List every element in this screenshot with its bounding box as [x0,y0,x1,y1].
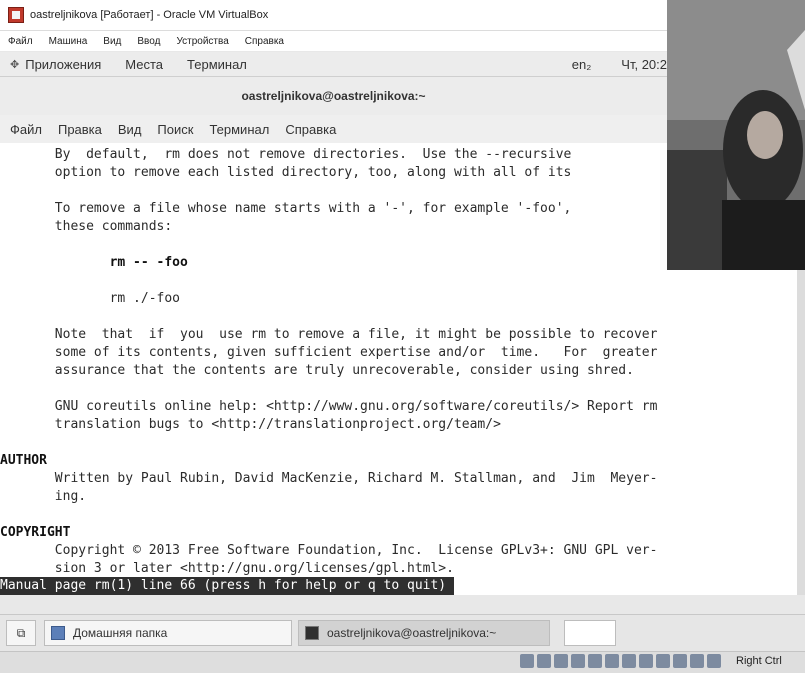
man-line: GNU coreutils online help: <http://www.g… [0,399,658,414]
term-menu-edit[interactable]: Правка [58,122,102,137]
vbox-menu-file[interactable]: Файл [8,36,33,47]
man-line: translation bugs to <http://translationp… [0,417,501,432]
terminal-menubar: Файл Правка Вид Поиск Терминал Справка [0,115,667,144]
virtualbox-status-bar: Right Ctrl [0,651,805,673]
arrow-icon[interactable] [673,654,687,668]
man-line: Copyright © 2013 Free Software Foundatio… [0,543,658,558]
hdd-icon[interactable] [520,654,534,668]
keyboard-layout[interactable]: en₂ [572,57,592,72]
keyboard-icon[interactable] [707,654,721,668]
panel-terminal[interactable]: Терминал [187,57,247,72]
man-line: sion 3 or later <http://gnu.org/licenses… [0,561,454,576]
terminal-title: oastreljnikova@oastreljnikova:~ [241,89,426,103]
gnome-bottom-taskbar: ⧉ Домашняя папка oastreljnikova@oastrelj… [0,614,805,651]
vbox-menu-view[interactable]: Вид [103,36,121,47]
vbox-menu-input[interactable]: Ввод [137,36,160,47]
man-line: ing. [0,489,87,504]
cpu-icon[interactable] [656,654,670,668]
panel-applications[interactable]: Приложения [25,57,101,72]
man-line: some of its contents, given sufficient e… [0,345,658,360]
man-section-copyright: COPYRIGHT [0,525,71,540]
taskbar-home-folder[interactable]: Домашняя папка [44,620,292,646]
vbox-menu-devices[interactable]: Устройства [176,36,228,47]
term-menu-view[interactable]: Вид [118,122,142,137]
virtualbox-title-bar: oastreljnikova [Работает] - Oracle VM Vi… [0,0,667,31]
terminal-title-bar: oastreljnikova@oastreljnikova:~ [0,77,667,115]
man-section-author: AUTHOR [0,453,47,468]
pencil-icon[interactable] [588,654,602,668]
term-menu-terminal[interactable]: Терминал [209,122,269,137]
vbox-menu-help[interactable]: Справка [245,36,284,47]
webcam-overlay [667,0,805,270]
man-line: By default, rm does not remove directori… [0,147,572,162]
virtualbox-logo-icon [8,7,24,23]
man-line: rm -- -foo [0,255,188,270]
gnome-top-panel: ✥ Приложения Места Терминал en₂ Чт, 20:2 [0,52,667,77]
pager-status-line: Manual page rm(1) line 66 (press h for h… [0,577,455,595]
taskbar-home-folder-label: Домашняя папка [73,626,168,640]
window-title: oastreljnikova [Работает] - Oracle VM Vi… [30,9,269,21]
mouse-integration-icon[interactable] [690,654,704,668]
man-line: To remove a file whose name starts with … [0,201,572,216]
folder-icon [51,626,65,640]
shared-folders-icon[interactable] [571,654,585,668]
man-line: rm ./-foo [0,291,181,306]
term-menu-search[interactable]: Поиск [157,122,193,137]
applications-icon: ✥ [10,58,20,71]
show-desktop-button[interactable]: ⧉ [6,620,36,646]
optical-drive-icon[interactable] [537,654,551,668]
taskbar-terminal-window[interactable]: oastreljnikova@oastreljnikova:~ [298,620,550,646]
usb-icon[interactable] [554,654,568,668]
terminal-icon [305,626,319,640]
taskbar-terminal-label: oastreljnikova@oastreljnikova:~ [327,626,497,640]
man-line: these commands: [0,219,173,234]
display-icon[interactable] [605,654,619,668]
virtualbox-menubar: Файл Машина Вид Ввод Устройства Справка [0,31,667,51]
man-line: Written by Paul Rubin, David MacKenzie, … [0,471,658,486]
recording-icon[interactable] [639,654,653,668]
panel-places[interactable]: Места [125,57,163,72]
man-line: Note that if you use rm to remove a file… [0,327,658,342]
workspace-switcher[interactable] [564,620,616,646]
term-menu-file[interactable]: Файл [10,122,42,137]
panel-clock[interactable]: Чт, 20:2 [621,57,667,72]
man-line: assurance that the contents are truly un… [0,363,634,378]
show-desktop-icon: ⧉ [16,625,26,640]
vbox-menu-machine[interactable]: Машина [49,36,88,47]
host-key-label: Right Ctrl [736,655,782,667]
network-icon[interactable] [622,654,636,668]
man-line: option to remove each listed directory, … [0,165,572,180]
term-menu-help[interactable]: Справка [285,122,336,137]
